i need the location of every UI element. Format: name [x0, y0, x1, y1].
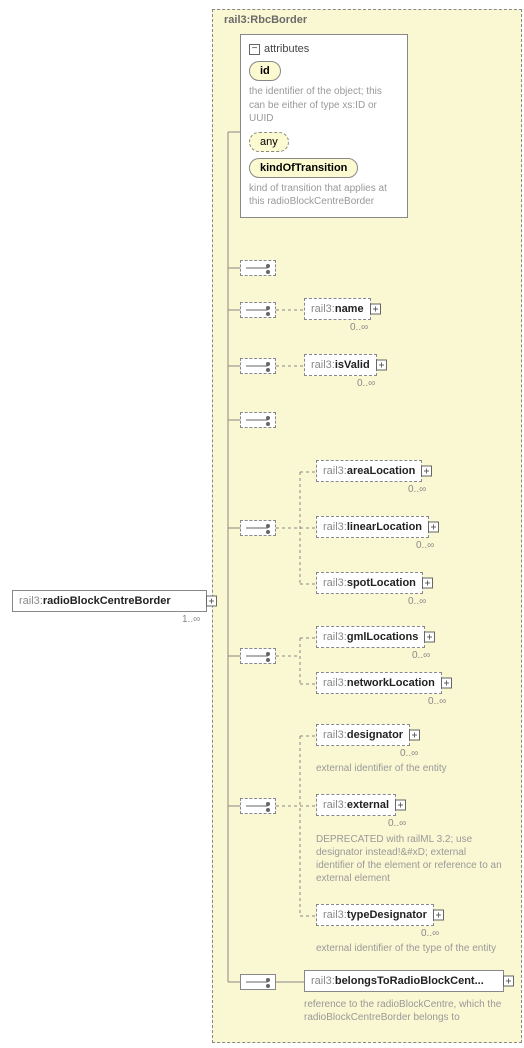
node-linearLocation[interactable]: rail3:linearLocation — [316, 516, 429, 538]
desc-external: DEPRECATED with railML 3.2; use designat… — [316, 833, 506, 885]
node-networkLocation[interactable]: rail3:networkLocation — [316, 672, 442, 694]
seq-connector — [240, 412, 276, 428]
attributes-label: attributes — [264, 43, 309, 55]
node-local: radioBlockCentreBorder — [43, 595, 171, 607]
card-typeDesignator: 0..∞ — [421, 928, 439, 939]
expand-icon[interactable] — [409, 730, 420, 741]
attr-kind-desc: kind of transition that applies at this … — [249, 182, 399, 209]
card-external: 0..∞ — [388, 818, 406, 829]
seq-connector — [240, 798, 276, 814]
card-spotLocation: 0..∞ — [408, 596, 426, 607]
card-designator: 0..∞ — [400, 748, 418, 759]
node-typeDesignator[interactable]: rail3:typeDesignator — [316, 904, 434, 926]
node-name[interactable]: rail3:name — [304, 298, 371, 320]
attr-id[interactable]: id — [249, 61, 281, 81]
expand-icon[interactable] — [428, 522, 439, 533]
card-networkLocation: 0..∞ — [428, 696, 446, 707]
seq-connector — [240, 974, 276, 990]
node-gmlLocations[interactable]: rail3:gmlLocations — [316, 626, 425, 648]
seq-connector — [240, 260, 276, 276]
expand-icon[interactable] — [433, 910, 444, 921]
attributes-group: −attributes id the identifier of the obj… — [240, 34, 408, 218]
node-belongsToRadioBlockCentre[interactable]: rail3:belongsToRadioBlockCent... — [304, 970, 504, 992]
expand-icon[interactable] — [206, 596, 217, 607]
seq-connector — [240, 520, 276, 536]
node-external[interactable]: rail3:external — [316, 794, 396, 816]
desc-designator: external identifier of the entity — [316, 762, 506, 775]
attr-id-desc: the identifier of the object; this can b… — [249, 85, 399, 126]
attr-any[interactable]: any — [249, 132, 289, 152]
card-gmlLocations: 0..∞ — [412, 650, 430, 661]
expand-icon[interactable] — [422, 578, 433, 589]
expand-icon[interactable] — [370, 304, 381, 315]
card-areaLocation: 0..∞ — [408, 484, 426, 495]
collapse-icon[interactable]: − — [249, 44, 260, 55]
expand-icon[interactable] — [424, 632, 435, 643]
expand-icon[interactable] — [421, 466, 432, 477]
node-prefix: rail3: — [19, 595, 43, 607]
node-radioBlockCentreBorder[interactable]: rail3:radioBlockCentreBorder — [12, 590, 207, 612]
card-linearLocation: 0..∞ — [416, 540, 434, 551]
card-name: 0..∞ — [350, 322, 368, 333]
desc-typeDesignator: external identifier of the type of the e… — [316, 942, 506, 955]
expand-icon[interactable] — [441, 678, 452, 689]
attr-kindOfTransition[interactable]: kindOfTransition — [249, 158, 358, 178]
node-isValid[interactable]: rail3:isValid — [304, 354, 377, 376]
attributes-header[interactable]: −attributes — [249, 43, 399, 55]
expand-icon[interactable] — [503, 976, 514, 987]
card-root: 1..∞ — [182, 614, 200, 625]
node-areaLocation[interactable]: rail3:areaLocation — [316, 460, 422, 482]
node-designator[interactable]: rail3:designator — [316, 724, 410, 746]
desc-belongs: reference to the radioBlockCentre, which… — [304, 998, 514, 1024]
seq-connector — [240, 648, 276, 664]
seq-connector — [240, 302, 276, 318]
card-isValid: 0..∞ — [357, 378, 375, 389]
seq-connector — [240, 358, 276, 374]
expand-icon[interactable] — [376, 360, 387, 371]
expand-icon[interactable] — [395, 800, 406, 811]
node-spotLocation[interactable]: rail3:spotLocation — [316, 572, 423, 594]
container-title: rail3:RbcBorder — [224, 14, 307, 26]
